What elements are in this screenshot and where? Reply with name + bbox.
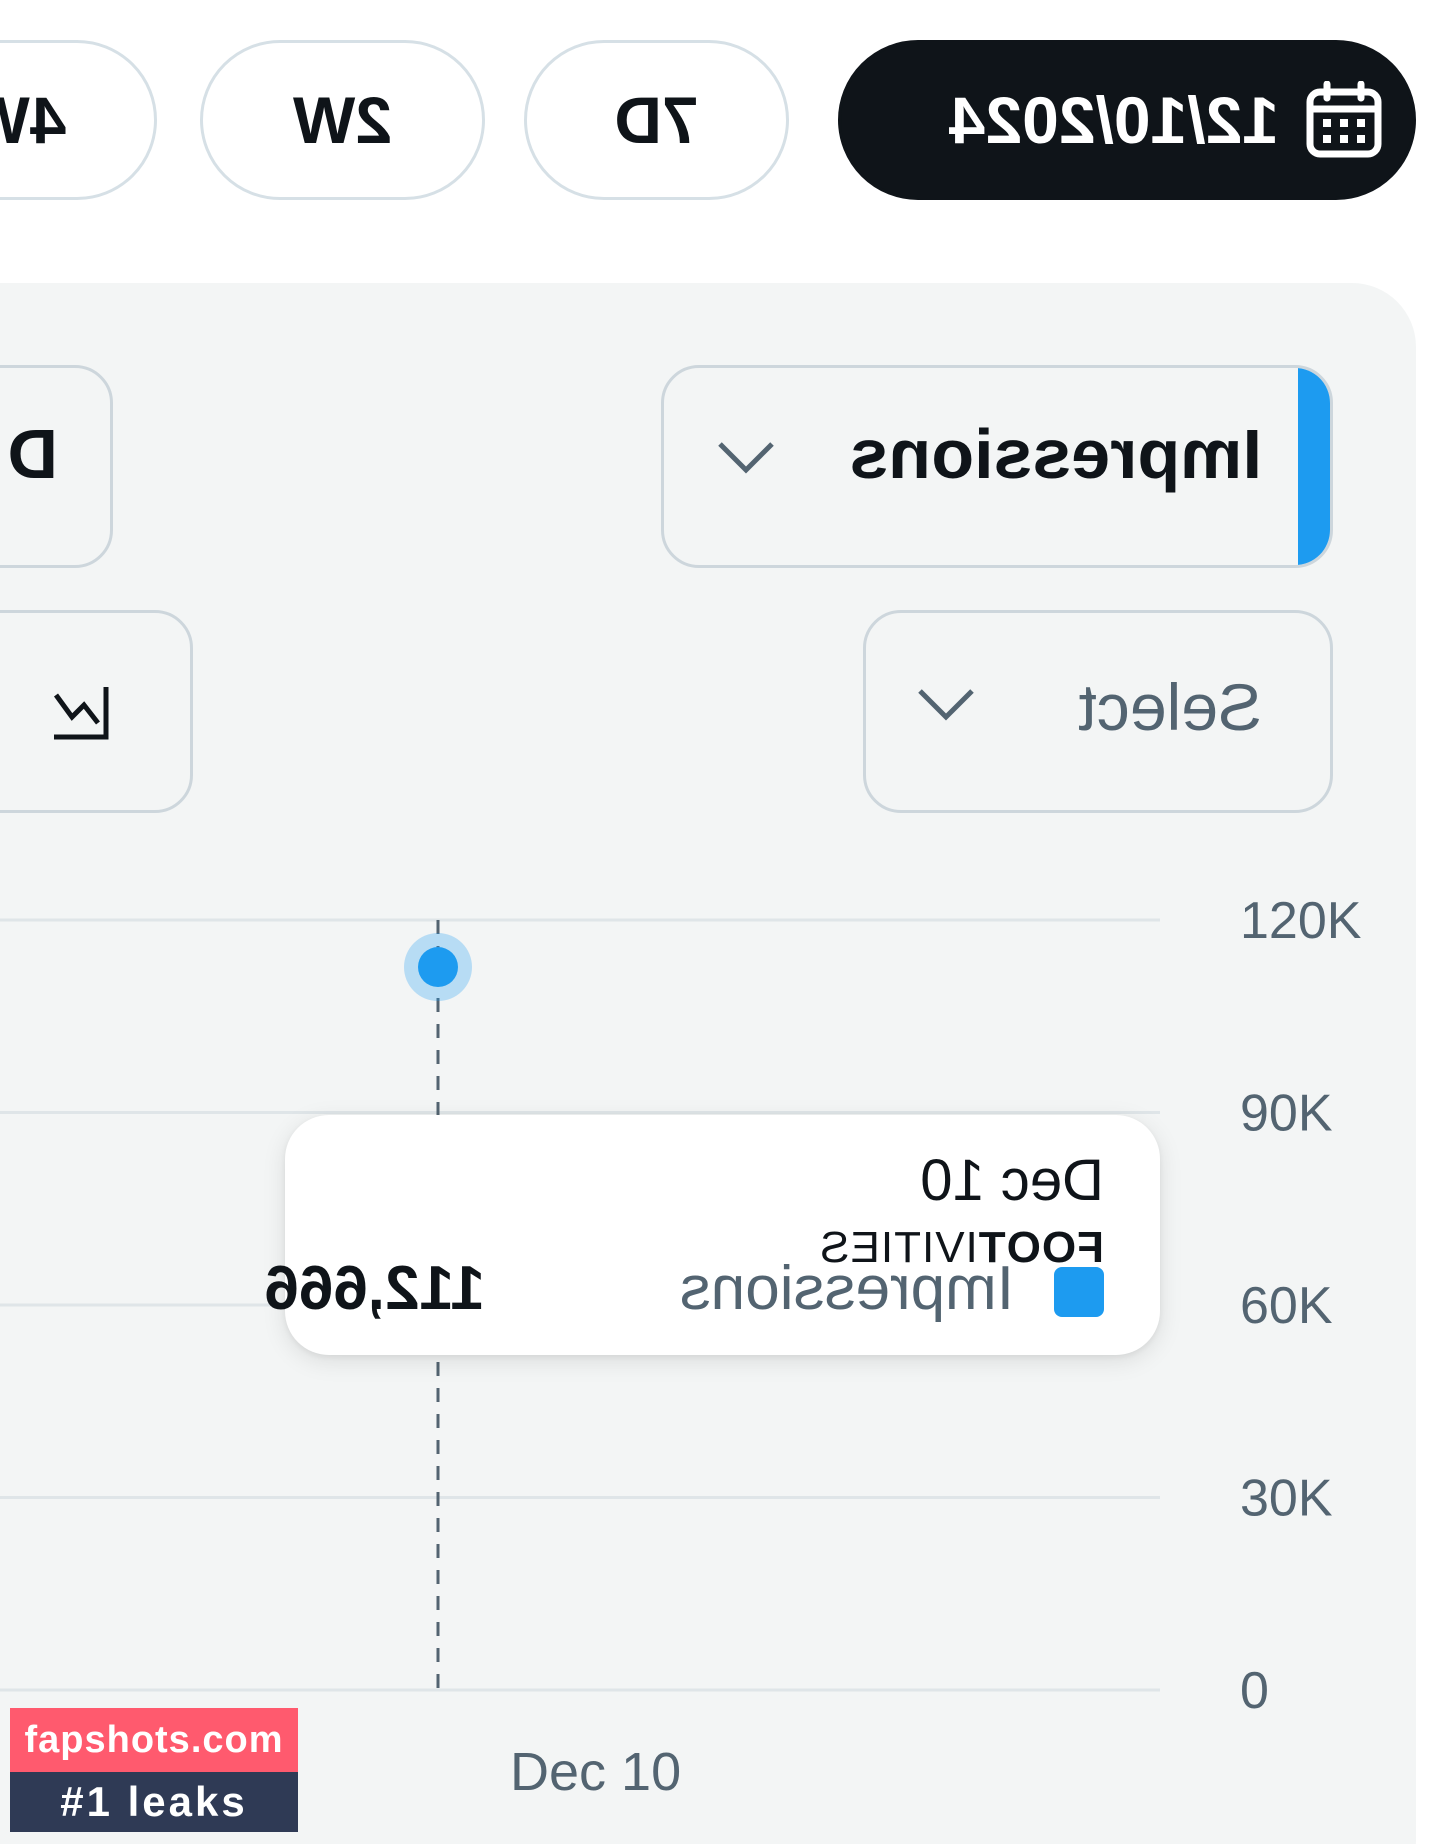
range-4w-button[interactable]: 4W (0, 40, 157, 200)
tooltip-metric: Impressions (679, 1254, 1014, 1323)
filter-select-placeholder: Select (1078, 670, 1262, 744)
series-swatch (1054, 1267, 1104, 1317)
secondary-select-label: D (7, 415, 58, 493)
range-7d-button[interactable]: 7D (524, 40, 789, 200)
metric-select-label: Impressions (849, 415, 1262, 493)
chevron-down-icon (918, 689, 974, 721)
metric-select[interactable]: Impressions (661, 365, 1333, 568)
date-picker-button[interactable]: 12/10/2024 (838, 40, 1416, 200)
y-tick-label: 0 (1240, 1662, 1269, 1720)
data-point (418, 947, 458, 988)
chart-tooltip: Dec 10 FOOTIVITIES Impressions 112,666 (264, 1115, 1160, 1355)
chevron-down-icon (718, 442, 774, 474)
secondary-select[interactable]: D (0, 365, 113, 568)
filter-select[interactable]: Select (863, 610, 1333, 813)
x-tick-label: Dec 10 (510, 1742, 681, 1802)
y-tick-label: 30K (1240, 1470, 1333, 1528)
date-label: 12/10/2024 (948, 83, 1279, 157)
watermark-site: fapshots.com (10, 1708, 298, 1772)
watermark-tagline: #1 leaks (10, 1772, 298, 1832)
calendar-icon (1306, 81, 1382, 158)
tooltip-date: Dec 10 (920, 1148, 1104, 1213)
line-chart-icon (53, 687, 109, 740)
chart-type-select[interactable]: L (0, 610, 193, 813)
y-tick-label: 60K (1240, 1277, 1333, 1335)
y-tick-label: 120K (1240, 892, 1362, 950)
range-2w-button[interactable]: 2W (200, 40, 485, 200)
watermark: fapshots.com #1 leaks (10, 1708, 298, 1832)
metric-color-accent (1298, 368, 1330, 565)
tooltip-value: 112,666 (264, 1254, 485, 1323)
mirrored-screen: 12/10/2024 7D 2W 4W Impressions D Select… (0, 0, 1440, 1844)
y-tick-label: 90K (1240, 1085, 1333, 1143)
